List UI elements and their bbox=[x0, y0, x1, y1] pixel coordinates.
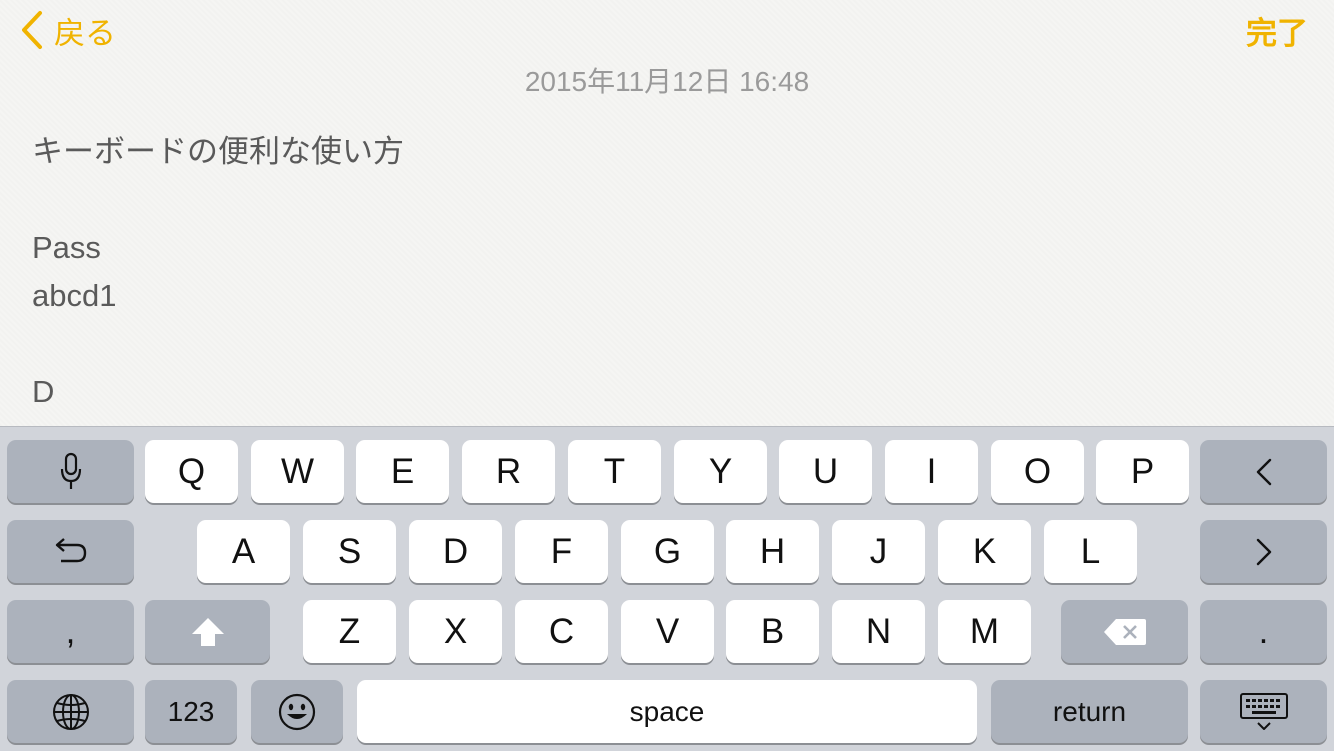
done-button[interactable]: 完了 bbox=[1246, 6, 1308, 54]
key-p[interactable]: P bbox=[1096, 440, 1189, 503]
note-line: キーボードの便利な使い方 bbox=[32, 134, 404, 169]
key-j[interactable]: J bbox=[832, 520, 925, 583]
delete-key[interactable] bbox=[1061, 600, 1188, 663]
key-i[interactable]: I bbox=[885, 440, 978, 503]
key-s[interactable]: S bbox=[303, 520, 396, 583]
key-b[interactable]: B bbox=[726, 600, 819, 663]
key-h[interactable]: H bbox=[726, 520, 819, 583]
undo-arrow-icon bbox=[55, 537, 86, 562]
chevron-left-icon bbox=[1256, 458, 1271, 485]
space-key[interactable]: space bbox=[357, 680, 977, 743]
cursor-left-key[interactable] bbox=[1200, 440, 1327, 503]
key-m[interactable]: M bbox=[938, 600, 1031, 663]
return-key[interactable]: return bbox=[991, 680, 1188, 743]
microphone-icon bbox=[60, 452, 81, 489]
chevron-left-icon bbox=[22, 11, 42, 49]
note-body[interactable]: キーボードの便利な使い方 Pass abcd1 D bbox=[32, 128, 1302, 416]
key-e[interactable]: E bbox=[356, 440, 449, 503]
shift-key[interactable] bbox=[145, 600, 270, 663]
emoji-key[interactable] bbox=[251, 680, 343, 743]
comma-key[interactable]: , bbox=[7, 600, 134, 663]
chevron-right-icon bbox=[1256, 538, 1271, 565]
key-c[interactable]: C bbox=[515, 600, 608, 663]
back-button[interactable]: 戻る bbox=[20, 6, 116, 54]
undo-key[interactable] bbox=[7, 520, 134, 583]
globe-icon bbox=[52, 693, 89, 730]
key-r[interactable]: R bbox=[462, 440, 555, 503]
key-a[interactable]: A bbox=[197, 520, 290, 583]
note-date: 2015年11月12日 16:48 bbox=[524, 66, 810, 97]
note-line: D bbox=[32, 374, 55, 409]
key-q[interactable]: Q bbox=[145, 440, 238, 503]
key-n[interactable]: N bbox=[832, 600, 925, 663]
key-g[interactable]: G bbox=[621, 520, 714, 583]
shift-arrow-icon bbox=[191, 617, 224, 646]
keyboard-dismiss-icon bbox=[1239, 692, 1288, 730]
key-y[interactable]: Y bbox=[674, 440, 767, 503]
key-f[interactable]: F bbox=[515, 520, 608, 583]
key-w[interactable]: W bbox=[251, 440, 344, 503]
key-z[interactable]: Z bbox=[303, 600, 396, 663]
note-line bbox=[32, 320, 1302, 368]
globe-key[interactable] bbox=[7, 680, 134, 743]
dictation-key[interactable] bbox=[7, 440, 134, 503]
note-area: 戻る 完了 2015年11月12日 16:48 キーボードの便利な使い方 Pas… bbox=[0, 0, 1334, 426]
note-line: abcd1 bbox=[32, 278, 117, 313]
key-v[interactable]: V bbox=[621, 600, 714, 663]
key-o[interactable]: O bbox=[991, 440, 1084, 503]
back-label: 戻る bbox=[54, 15, 116, 51]
key-x[interactable]: X bbox=[409, 600, 502, 663]
backspace-icon bbox=[1103, 618, 1146, 645]
numbers-key[interactable]: 123 bbox=[145, 680, 237, 743]
key-t[interactable]: T bbox=[568, 440, 661, 503]
keyboard: Q W E R T Y U I O P A S D F G H J K L , … bbox=[0, 426, 1334, 751]
period-key[interactable]: . bbox=[1200, 600, 1327, 663]
emoji-smiley-icon bbox=[278, 693, 316, 730]
key-l[interactable]: L bbox=[1044, 520, 1137, 583]
cursor-right-key[interactable] bbox=[1200, 520, 1327, 583]
note-line bbox=[32, 176, 1302, 224]
key-d[interactable]: D bbox=[409, 520, 502, 583]
note-line: Pass bbox=[32, 230, 101, 265]
dismiss-keyboard-key[interactable] bbox=[1200, 680, 1327, 743]
key-k[interactable]: K bbox=[938, 520, 1031, 583]
key-u[interactable]: U bbox=[779, 440, 872, 503]
